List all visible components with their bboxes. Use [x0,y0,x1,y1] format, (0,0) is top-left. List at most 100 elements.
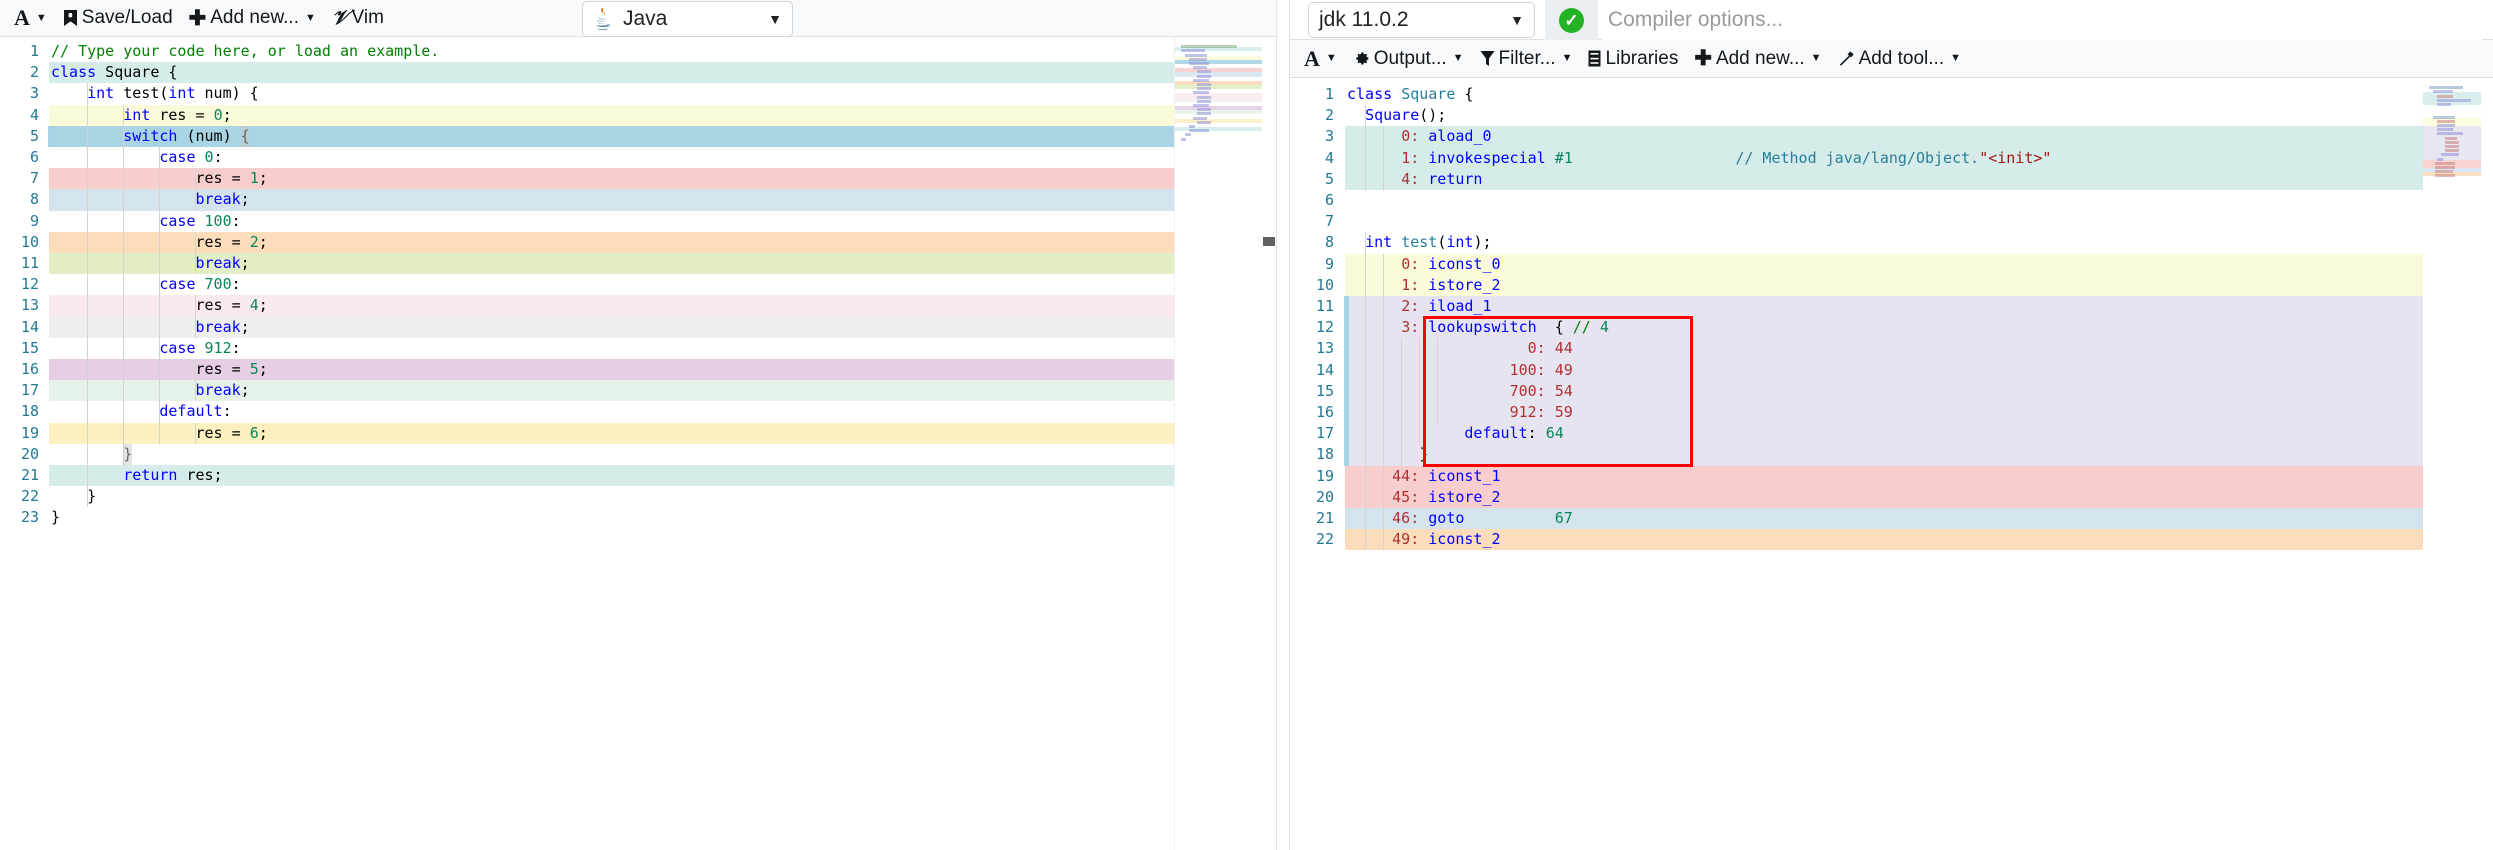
code-line[interactable]: 4 int res = 0; [0,104,1276,126]
code-line[interactable]: 12 3: lookupswitch { // 4 [1290,317,2493,339]
code-line[interactable]: 12 case 700: [0,274,1276,296]
bytecode-output-area[interactable]: 1 class Square {2 Square(); 3 0: aload_0 4 … [1290,78,2493,850]
code-line[interactable]: 1// Type your code here, or load an exam… [0,41,1276,63]
code-line[interactable]: 18 } [1290,444,2493,466]
code-line[interactable]: 13 0: 44 [1290,338,2493,360]
minimap-line [2437,132,2463,136]
code-token: 0: 44 [1527,339,1573,358]
line-number: 15 [0,337,49,359]
line-number: 5 [1290,168,1345,190]
line-number: 5 [0,125,53,147]
minimap-line [1197,99,1211,103]
filter-button[interactable]: Filter... [1472,44,1581,73]
code-line[interactable]: 21 46: goto 67 [1290,508,2493,530]
code-line[interactable]: 15 case 912: [0,337,1276,359]
line-number: 2 [1290,105,1345,127]
code-line[interactable]: 21 return res; [0,465,1276,487]
font-size-button[interactable]: A [6,4,55,33]
pane-splitter[interactable] [1276,0,1290,850]
java-logo-icon [593,7,613,31]
add-tool-button[interactable]: Add tool... [1830,44,1969,73]
code-line[interactable]: 2 class Square { [0,62,1276,84]
vertical-scrollbar[interactable] [2481,78,2493,850]
code-line[interactable]: 7 res = 1; [0,168,1276,190]
add-new-button[interactable]: ✚ Add new... [181,4,324,33]
code-line[interactable]: 19 44: iconst_1 [1290,465,2493,487]
code-token: Square { [96,63,178,82]
code-line[interactable]: 5 switch (num) { [0,125,1276,147]
code-token: 912: 59 [1509,403,1573,421]
code-line[interactable]: 5 4: return [1290,168,2493,190]
code-token: 3: [1401,318,1420,337]
code-line[interactable]: 13 res = 4; [0,295,1276,317]
code-token: int [87,84,115,103]
code-line[interactable]: 9 case 100: [0,210,1276,232]
code-line[interactable]: 10 1: istore_2 [1290,274,2493,296]
code-line[interactable]: 20 45: istore_2 [1290,486,2493,508]
code-line[interactable]: 6 [1290,190,2493,212]
code-line[interactable]: 20 } [0,443,1276,465]
code-line[interactable]: 2 Square(); [1290,105,2493,127]
save-load-button[interactable]: Save/Load [55,4,181,33]
line-number: 22 [1290,529,1345,551]
code-line-text: 0: 44 [1345,338,2493,359]
code-line[interactable]: 7 [1290,211,2493,233]
minimap-line [2437,98,2471,102]
minimap-line [2445,144,2459,148]
code-token: 2 [249,232,259,251]
code-line[interactable]: 11 break; [0,253,1276,275]
libraries-button[interactable]: Libraries [1580,44,1686,73]
output-button[interactable]: Output... [1345,44,1472,73]
chevron-down-icon [36,13,47,24]
scrollbar-thumb[interactable] [1263,237,1275,246]
output-minimap[interactable] [2423,78,2481,850]
code-token: { [1536,318,1573,337]
code-line[interactable]: 14 100: 49 [1290,359,2493,381]
compiler-selector[interactable]: jdk 11.0.2 ▼ [1308,2,1535,38]
add-new-button[interactable]: ✚ Add new... [1686,44,1829,73]
font-size-button[interactable]: A [1296,44,1345,73]
code-line[interactable]: 15 700: 54 [1290,380,2493,402]
code-line[interactable]: 11 2: iload_1 [1290,296,2493,318]
code-line[interactable]: 19 res = 6; [0,422,1276,444]
line-number: 19 [0,422,49,444]
language-selector[interactable]: Java ▼ [582,1,793,37]
code-line[interactable]: 14 break; [0,316,1276,338]
current-line-marker [1344,402,1349,424]
source-code-area[interactable]: 1// Type your code here, or load an exam… [0,37,1276,850]
code-line[interactable]: 18 default: [0,401,1276,423]
vertical-scrollbar[interactable] [1262,37,1276,850]
code-line[interactable]: 22 } [0,486,1276,508]
code-token: 1: [1401,148,1420,167]
code-line[interactable]: 6 case 0: [0,147,1276,169]
code-line[interactable]: 17 break; [0,380,1276,402]
code-line[interactable]: 8 break; [0,189,1276,211]
code-token: } [51,487,97,506]
code-line[interactable]: 4 1: invokespecial #1 // Method java/lan… [1290,147,2493,169]
code-line[interactable]: 9 0: iconst_0 [1290,253,2493,275]
code-line[interactable]: 22 49: iconst_2 [1290,529,2493,551]
code-line[interactable]: 3 int test(int num) { [0,83,1276,105]
compiler-options-input[interactable] [1602,0,2482,40]
code-line[interactable]: 23} [0,507,1276,529]
vim-button[interactable]: 𝒱 Vim [324,4,392,33]
code-line-text: res = 4; [49,295,1276,316]
code-line[interactable]: 16 res = 5; [0,359,1276,381]
code-line[interactable]: 17 default: 64 [1290,423,2493,445]
code-line[interactable]: 16 912: 59 [1290,402,2493,424]
code-line[interactable]: 1 class Square { [1290,84,2493,106]
compile-status-badge[interactable]: ✓ [1545,0,1598,40]
editor-minimap[interactable] [1174,37,1262,850]
code-token: : [231,275,241,294]
code-line[interactable]: 10 res = 2; [0,231,1276,253]
minimap-line [1189,61,1209,65]
code-line[interactable]: 8 int test(int); [1290,232,2493,254]
code-line[interactable]: 3 0: aload_0 [1290,126,2493,148]
